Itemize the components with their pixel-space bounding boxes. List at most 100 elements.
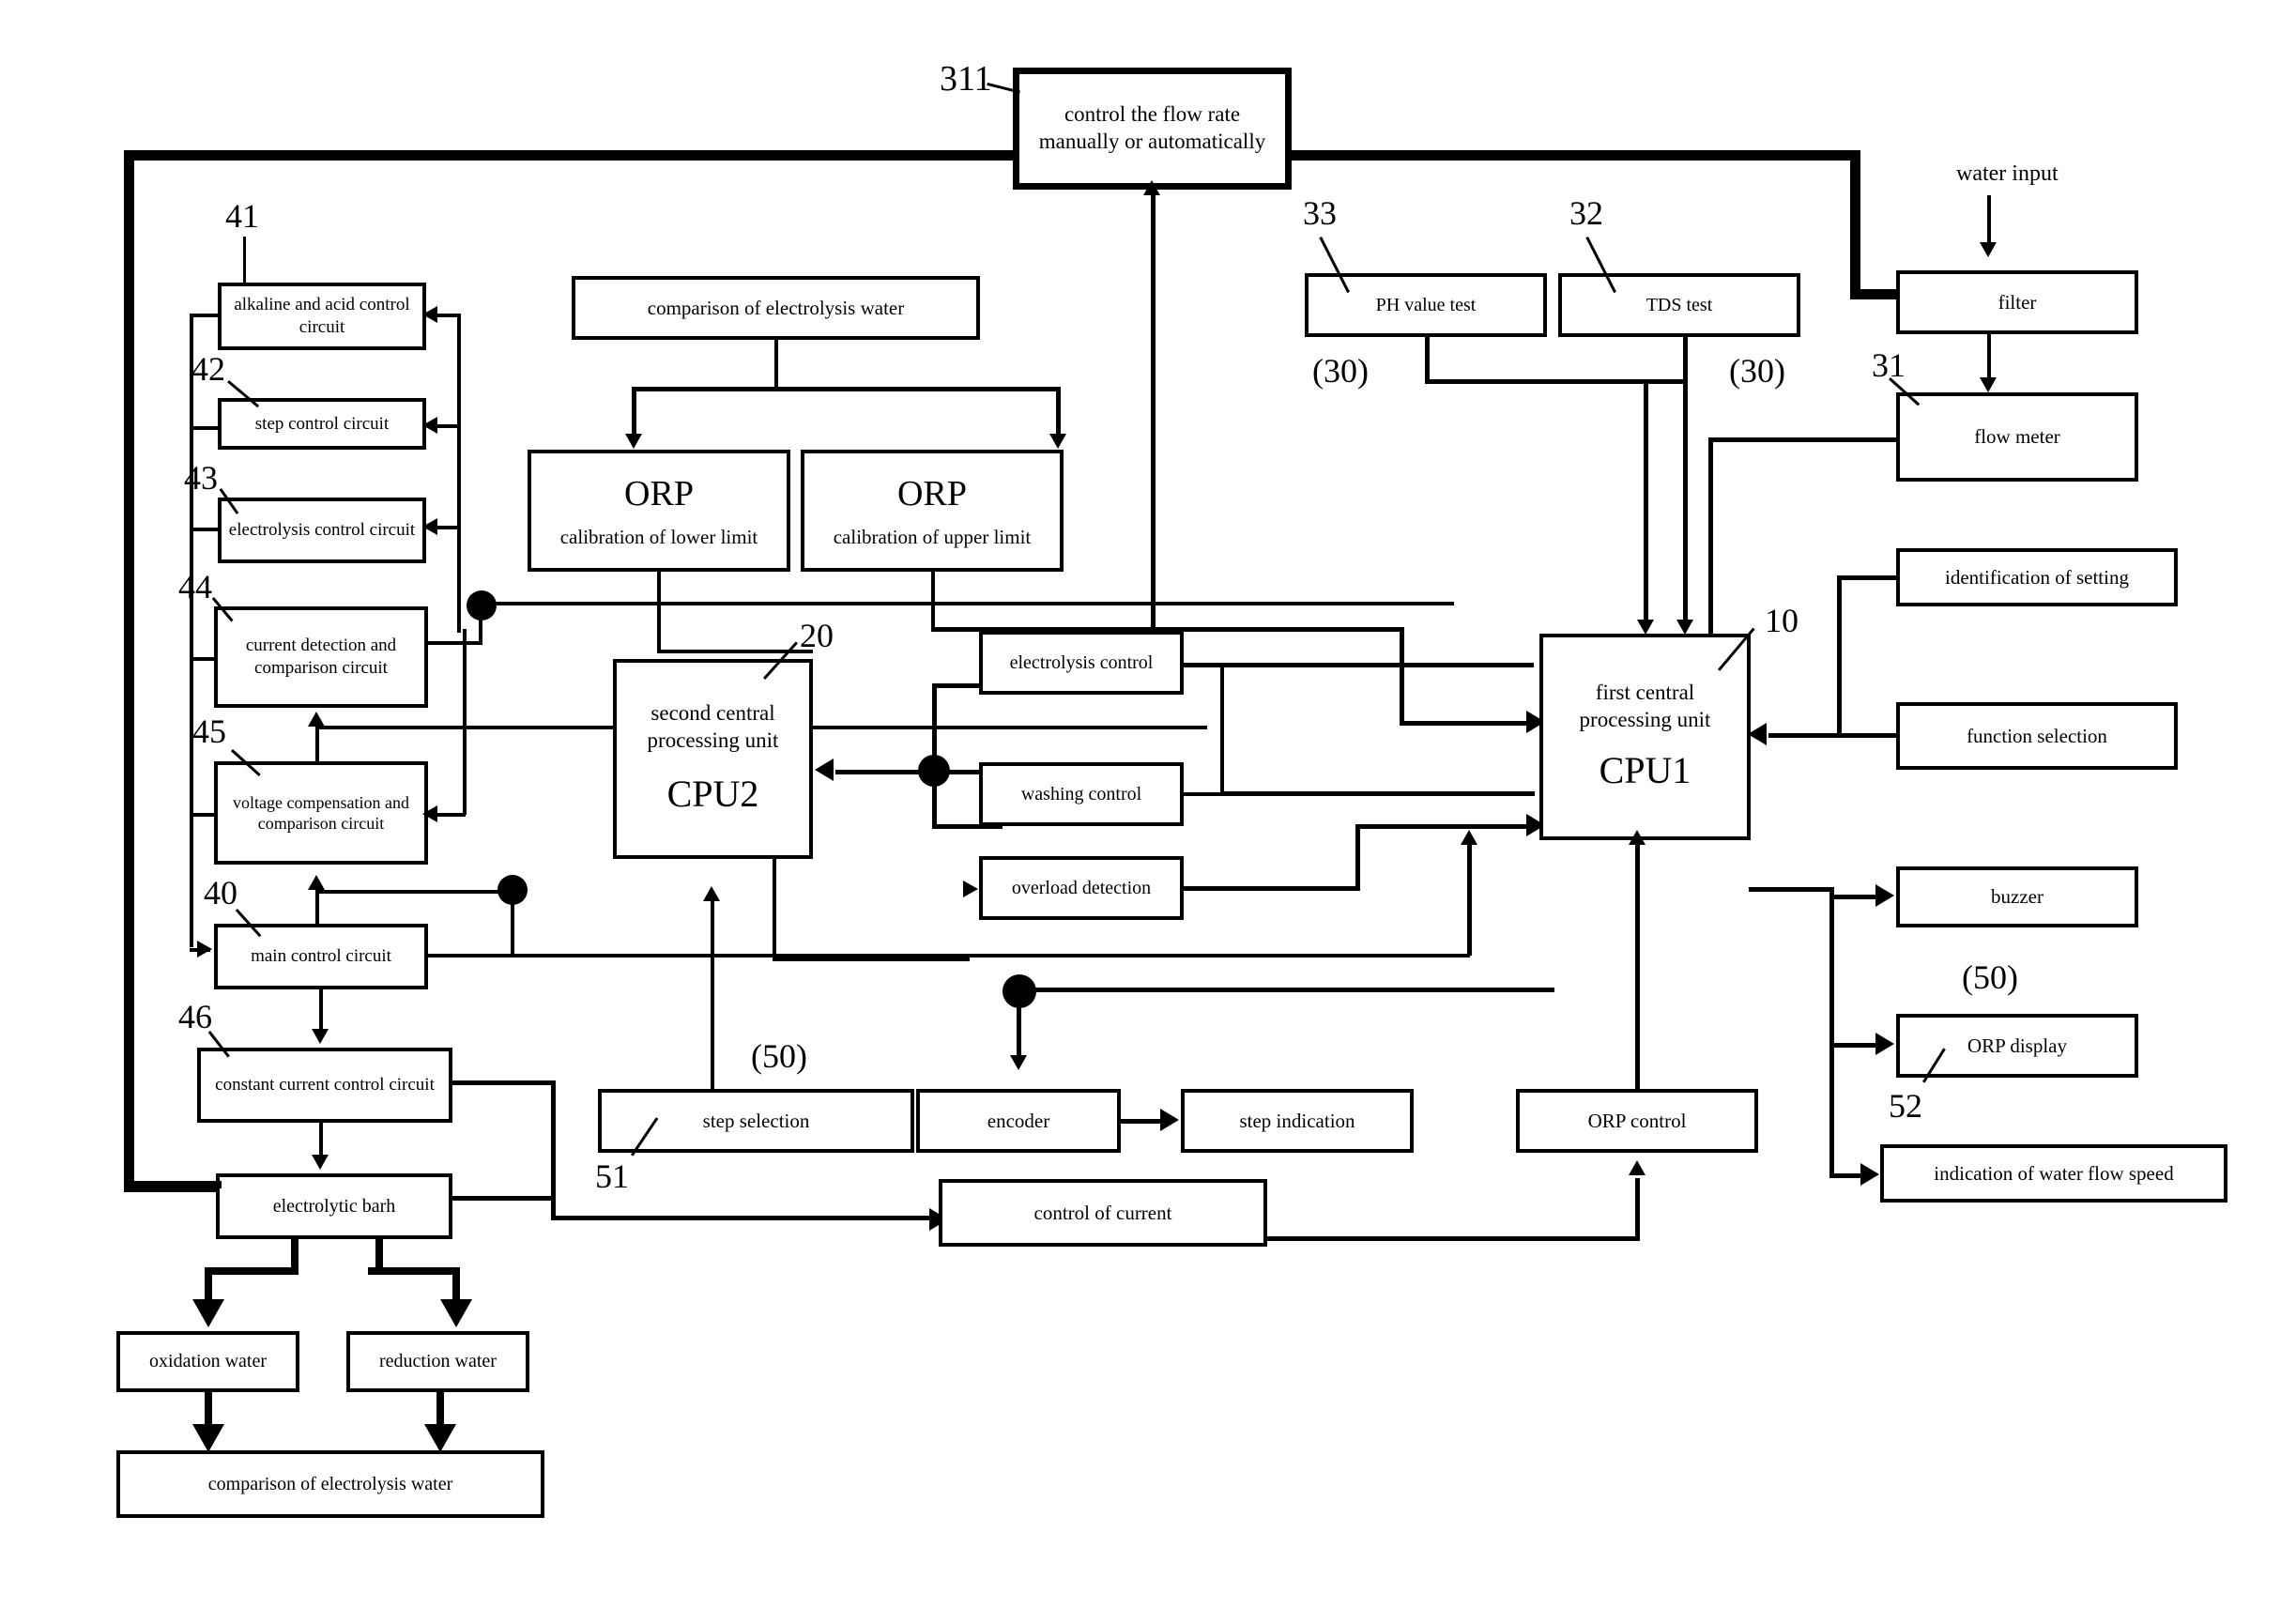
line-identification-out bbox=[1837, 575, 1899, 580]
box-reduction-water[interactable]: reduction water bbox=[346, 1331, 529, 1392]
line-cpu1-to-flowrate-vert bbox=[1151, 192, 1156, 282]
line-dot-to-cpu2 bbox=[835, 770, 986, 774]
box-electrolysis-control-circuit[interactable]: electrolysis control circuit bbox=[218, 498, 426, 563]
ref-52: 52 bbox=[1889, 1087, 1922, 1125]
box-indication-water-flow-speed[interactable]: indication of water flow speed bbox=[1880, 1144, 2227, 1203]
line-cpu1-out-right bbox=[1749, 887, 1833, 892]
box-orp-upper-limit[interactable]: ORP calibration of upper limit bbox=[801, 450, 1064, 572]
box-flow-meter-label: flow meter bbox=[1974, 425, 2060, 449]
box-cpu1-line1: first central bbox=[1595, 681, 1695, 705]
box-step-indication[interactable]: step indication bbox=[1181, 1089, 1414, 1153]
arrow-down-comparison-left bbox=[192, 1424, 224, 1452]
line-voltage-up bbox=[315, 728, 319, 763]
line-tds-to-cpu1-direct bbox=[1683, 379, 1688, 623]
box-cpu2-line1: second central bbox=[651, 700, 775, 725]
box-comparison-bottom-label: comparison of electrolysis water bbox=[207, 1473, 453, 1494]
box-comparison-electrolysis-top[interactable]: comparison of electrolysis water bbox=[572, 276, 980, 340]
box-overload-detection[interactable]: overload detection bbox=[979, 856, 1184, 920]
box-orp-lower-sub: calibration of lower limit bbox=[559, 525, 758, 548]
box-step-selection[interactable]: step selection bbox=[598, 1089, 914, 1153]
paren-50-mid: (50) bbox=[751, 1037, 807, 1075]
box-orp-control[interactable]: ORP control bbox=[1516, 1089, 1758, 1153]
box-comparison-electrolysis-bottom[interactable]: comparison of electrolysis water bbox=[116, 1450, 544, 1518]
line-left-bus-to-alkaline bbox=[190, 314, 220, 317]
box-step-control-circuit[interactable]: step control circuit bbox=[218, 398, 426, 450]
line-flowrate-feed-down bbox=[1151, 272, 1156, 666]
arrow-down-encoder bbox=[1010, 1055, 1027, 1070]
line-flowmeter-out bbox=[1708, 437, 1898, 442]
box-function-selection[interactable]: function selection bbox=[1896, 702, 2178, 770]
box-tds-test[interactable]: TDS test bbox=[1558, 273, 1800, 337]
box-alkaline-acid-control[interactable]: alkaline and acid control circuit bbox=[218, 283, 426, 350]
box-filter[interactable]: filter bbox=[1896, 270, 2138, 334]
line-dot-cpu2-up bbox=[932, 683, 937, 768]
line-left-bus-to-step bbox=[190, 426, 220, 430]
arrow-up-cpu2 bbox=[703, 886, 720, 901]
box-control-of-current[interactable]: control of current bbox=[939, 1179, 1267, 1247]
line-control-current-out bbox=[1267, 1236, 1640, 1241]
ref-41: 41 bbox=[225, 197, 259, 235]
line-left-bus-to-current bbox=[190, 657, 218, 661]
line-elec-ctrl-right-down bbox=[1220, 663, 1224, 794]
patent-block-diagram: control the flow rate manually or automa… bbox=[0, 0, 2296, 1624]
arrow-left-step bbox=[422, 417, 437, 434]
box-oxidation-water[interactable]: oxidation water bbox=[116, 1331, 299, 1392]
box-cpu2[interactable]: second central processing unit CPU2 bbox=[613, 659, 813, 859]
box-electrolysis-control[interactable]: electrolysis control bbox=[979, 631, 1184, 695]
line-constant-out-right bbox=[452, 1080, 556, 1085]
line-oxidation-down bbox=[205, 1392, 212, 1428]
frame-left-edge bbox=[124, 150, 134, 1192]
ref-33: 33 bbox=[1303, 194, 1337, 232]
ref-46: 46 bbox=[178, 998, 212, 1035]
line-identification-down bbox=[1837, 575, 1842, 735]
line-cpu1-right-bus bbox=[1829, 887, 1834, 1178]
box-main-control-circuit[interactable]: main control circuit bbox=[214, 924, 428, 989]
arrow-down-reduction bbox=[440, 1299, 472, 1327]
arrow-up-current-detection bbox=[308, 712, 325, 727]
box-encoder-label: encoder bbox=[987, 1109, 1050, 1132]
line-dot-main-down bbox=[511, 890, 514, 956]
box-orp-upper-sub: calibration of upper limit bbox=[833, 525, 1032, 548]
box-flow-rate-control-label: control the flow rate manually or automa… bbox=[1038, 102, 1266, 153]
box-current-detection-label: current detection and comparison circuit bbox=[245, 636, 397, 678]
line-step-selection-to-cpu2 bbox=[711, 901, 714, 1089]
box-flow-rate-control[interactable]: control the flow rate manually or automa… bbox=[1013, 68, 1292, 190]
line-to-orp-control-up bbox=[1635, 1178, 1640, 1238]
ref-45: 45 bbox=[192, 712, 226, 750]
box-flow-meter[interactable]: flow meter bbox=[1896, 392, 2138, 482]
line-main-up bbox=[315, 892, 319, 927]
box-current-detection[interactable]: current detection and comparison circuit bbox=[214, 606, 428, 708]
arrow-up-orp-control bbox=[1629, 1160, 1645, 1175]
box-comparison-top-label: comparison of electrolysis water bbox=[647, 296, 905, 319]
line-constant-to-control-current bbox=[551, 1216, 933, 1220]
ref-32: 32 bbox=[1569, 194, 1603, 232]
box-control-of-current-label: control of current bbox=[1033, 1201, 1172, 1224]
box-orp-lower-limit[interactable]: ORP calibration of lower limit bbox=[528, 450, 790, 572]
line-overload-out bbox=[1182, 886, 1360, 891]
box-electrolytic-bath-label: electrolytic barh bbox=[272, 1195, 396, 1217]
box-washing-control-label: washing control bbox=[1020, 783, 1142, 804]
line-overload-to-cpu1 bbox=[1355, 824, 1534, 829]
box-cpu1[interactable]: first central processing unit CPU1 bbox=[1539, 634, 1751, 840]
box-constant-current-label: constant current control circuit bbox=[215, 1075, 435, 1095]
arrow-up-voltage-comp bbox=[308, 875, 325, 890]
line-funcsel-out bbox=[1768, 733, 1900, 738]
line-to-oxidation bbox=[205, 1267, 212, 1301]
line-bus-to-orpdisplay bbox=[1829, 1043, 1878, 1048]
box-identification-setting[interactable]: identification of setting bbox=[1896, 548, 2178, 606]
box-voltage-compensation[interactable]: voltage compensation and comparison circ… bbox=[214, 761, 428, 865]
box-encoder[interactable]: encoder bbox=[916, 1089, 1121, 1153]
box-ph-value-test[interactable]: PH value test bbox=[1305, 273, 1547, 337]
box-buzzer[interactable]: buzzer bbox=[1896, 866, 2138, 927]
line-orp-control-to-cpu1 bbox=[1635, 845, 1640, 1091]
line-orp-lower-out bbox=[657, 572, 661, 651]
box-electrolytic-bath[interactable]: electrolytic barh bbox=[216, 1173, 452, 1239]
line-orp-upper-cpu1-h2 bbox=[1400, 721, 1531, 726]
ref-42: 42 bbox=[191, 350, 225, 388]
arrow-down-bath bbox=[312, 1155, 329, 1170]
box-cpu1-name: CPU1 bbox=[1599, 748, 1691, 791]
box-constant-current-control[interactable]: constant current control circuit bbox=[197, 1048, 452, 1123]
box-cpu2-name: CPU2 bbox=[666, 773, 759, 816]
arrow-left-electrolysis bbox=[422, 518, 437, 535]
box-washing-control[interactable]: washing control bbox=[979, 762, 1184, 826]
